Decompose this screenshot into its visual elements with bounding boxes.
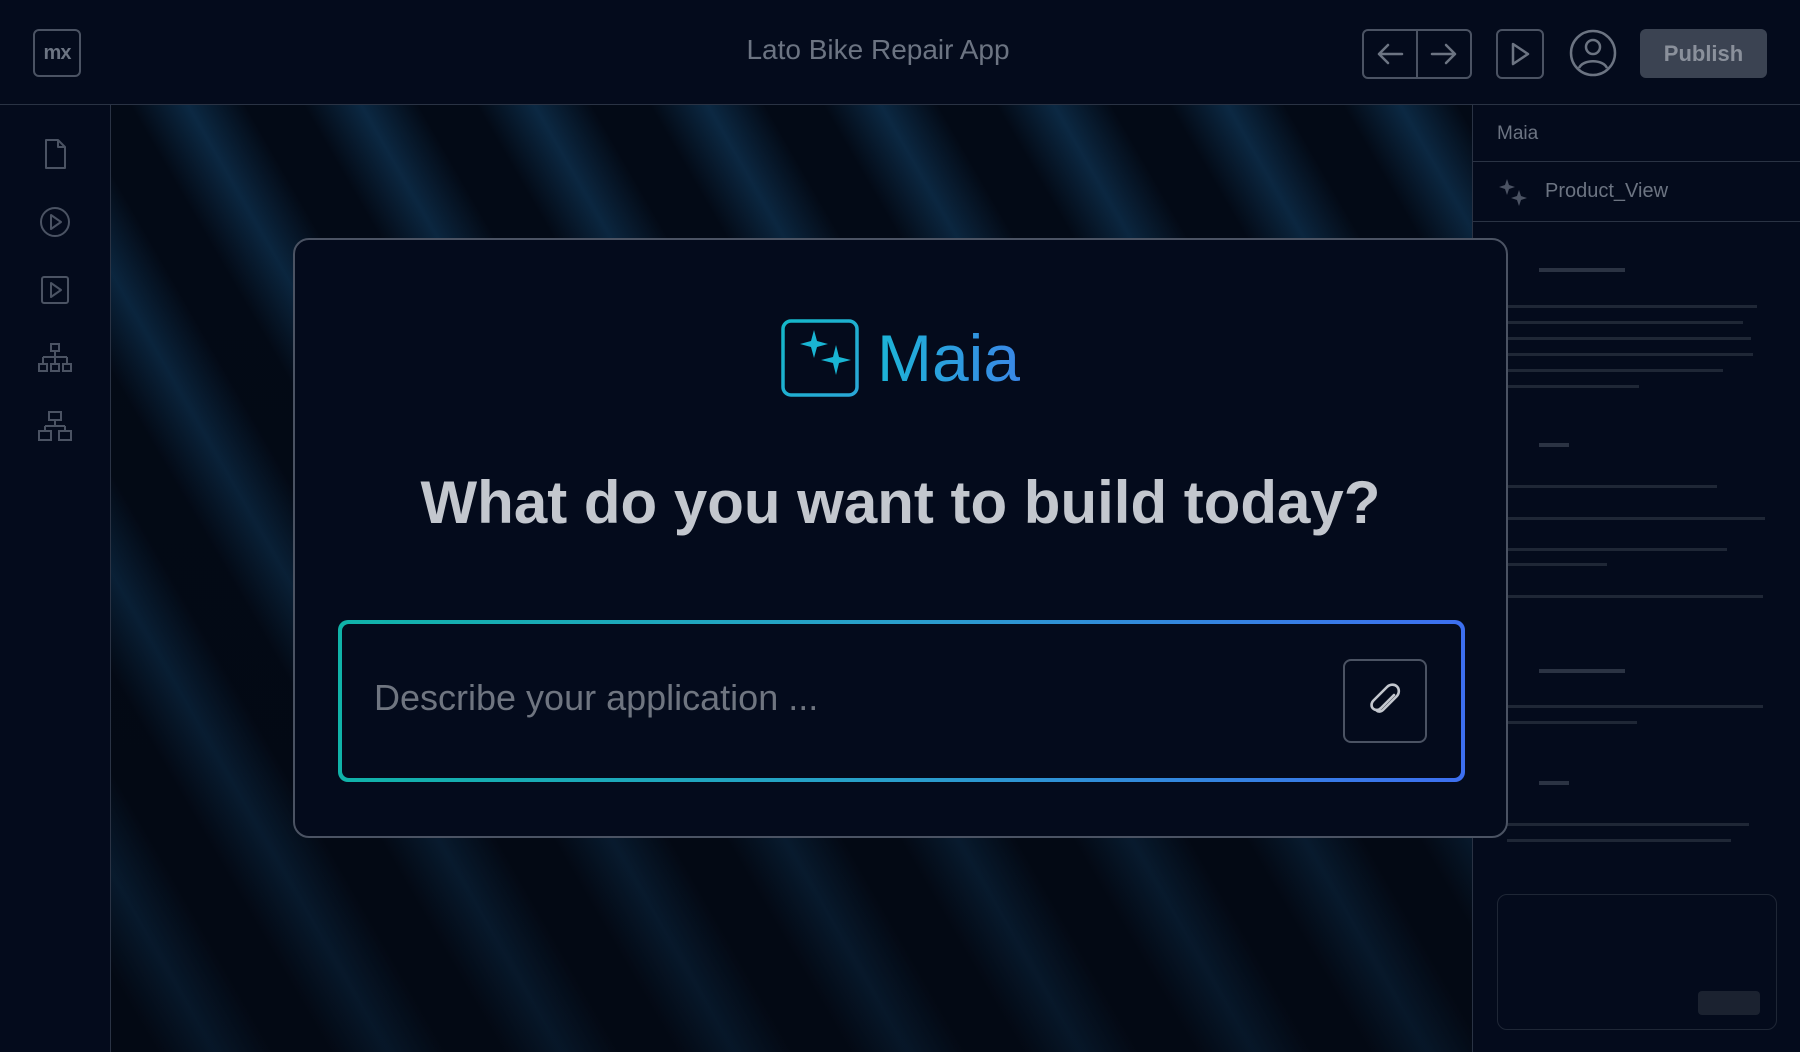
- sidebar-item-pages[interactable]: [38, 137, 72, 171]
- play-square-icon: [41, 276, 69, 304]
- play-circle-icon: [40, 207, 70, 237]
- play-icon: [1511, 42, 1530, 66]
- back-button[interactable]: [1364, 31, 1416, 77]
- attach-button[interactable]: [1343, 659, 1427, 743]
- sidebar-item-navigation[interactable]: [38, 341, 72, 375]
- paperclip-icon: [1370, 683, 1401, 713]
- brand-name: Maia: [877, 318, 1020, 398]
- top-bar: mx Lato Bike Repair App Publish: [0, 0, 1800, 105]
- tab-product-view[interactable]: Product_View: [1473, 162, 1800, 222]
- tab-label: Product_View: [1545, 180, 1669, 202]
- prompt-field: [342, 624, 1461, 778]
- app-title: Lato Bike Repair App: [746, 34, 1010, 65]
- panel-send-button[interactable]: [1698, 991, 1760, 1015]
- maia-side-panel: Maia Product_View: [1472, 105, 1800, 1052]
- sparkles-icon: [781, 319, 859, 397]
- account-button[interactable]: [1568, 28, 1618, 78]
- panel-chat-input[interactable]: [1497, 894, 1777, 1030]
- sidebar-item-domain-model[interactable]: [38, 409, 72, 443]
- dialog-headline: What do you want to build today?: [420, 469, 1381, 536]
- app-window: mx Lato Bike Repair App Publish Maia Pro…: [0, 0, 1800, 1052]
- publish-button[interactable]: Publish: [1640, 29, 1767, 78]
- arrow-right-icon: [1430, 43, 1457, 65]
- sitemap-icon: [38, 343, 72, 372]
- maia-brand: Maia: [781, 318, 1020, 398]
- hierarchy-icon: [38, 411, 72, 441]
- describe-application-input[interactable]: [374, 668, 1274, 728]
- left-sidebar: [0, 105, 111, 1052]
- arrow-left-icon: [1377, 43, 1404, 65]
- maia-start-dialog: Maia What do you want to build today?: [293, 238, 1508, 838]
- sparkles-icon: [1499, 178, 1527, 206]
- document-icon: [45, 139, 66, 169]
- forward-button[interactable]: [1416, 31, 1470, 77]
- sidebar-item-microflows[interactable]: [38, 205, 72, 239]
- user-circle-icon: [1569, 29, 1617, 77]
- sidebar-item-nanoflows[interactable]: [38, 273, 72, 307]
- run-button[interactable]: [1496, 29, 1544, 79]
- navigation-group: [1362, 29, 1472, 79]
- prompt-field-frame: [338, 620, 1465, 782]
- panel-title: Maia: [1473, 105, 1800, 162]
